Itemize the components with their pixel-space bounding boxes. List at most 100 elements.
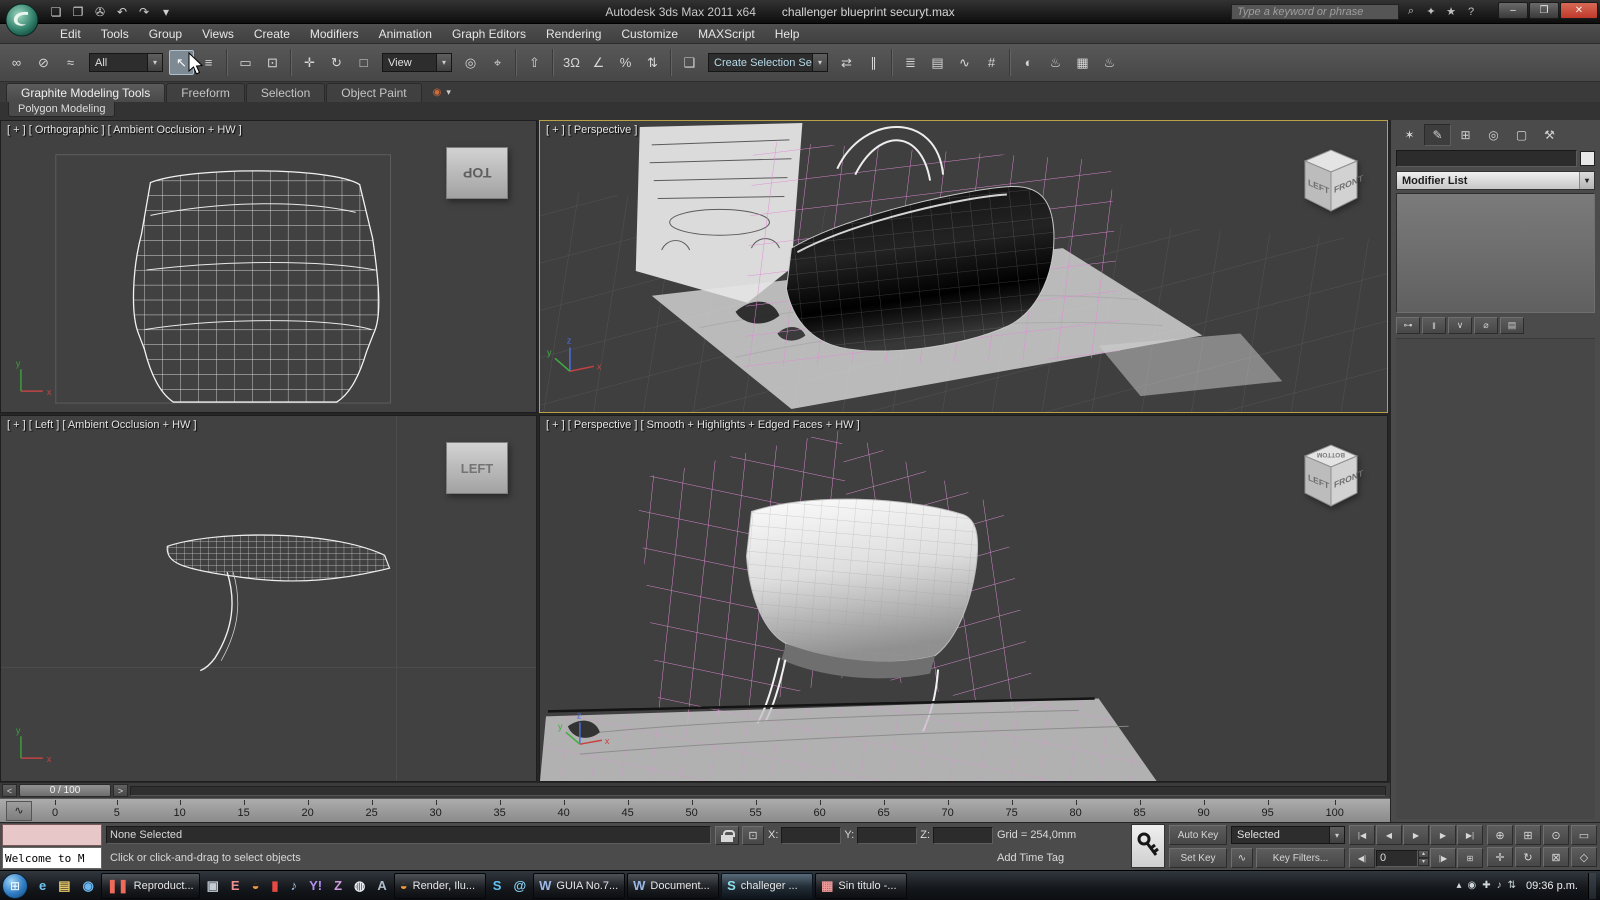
z-coordinate-input[interactable] [933,827,993,844]
show-end-result-icon[interactable]: ‖ [1422,317,1446,334]
track-bar[interactable]: ∿ 05101520253035404550556065707580859095… [0,798,1390,822]
new-scene-icon[interactable]: ❏ [46,3,66,21]
viewport-bottom-right[interactable]: z x y [ + ] [ Perspective ] [ Smooth + H… [539,415,1388,782]
task-sintitulo[interactable]: ▦Sin titulo -... [815,873,907,899]
menu-rendering[interactable]: Rendering [536,24,611,44]
render-setup-icon[interactable]: ♨ [1043,50,1068,75]
minimize-button[interactable]: – [1498,2,1528,19]
viewcube[interactable]: TOP [446,147,508,199]
ribbon-dropdown-icon[interactable]: ▾ [446,87,451,98]
rollout-area[interactable] [1396,338,1595,819]
tab-utilities[interactable]: ⚒ [1536,124,1563,146]
select-and-move-icon[interactable]: ✛ [297,50,322,75]
edit-named-selection-sets-icon[interactable]: ❑ [677,50,702,75]
cmd-icon[interactable]: ▣ [202,873,224,899]
viewport-label[interactable]: [ + ] [ Perspective ] [546,124,637,136]
viewport-top-left[interactable]: x y [ + ] [ Orthographic ] [ Ambient Occ… [0,120,537,413]
rectangular-selection-icon[interactable]: ▭ [233,50,258,75]
app-logo[interactable] [4,2,40,38]
open-file-icon[interactable]: ❐ [68,3,88,21]
search-icon[interactable]: ⌕ [1402,4,1420,20]
zoom-icon[interactable]: ⊕ [1487,825,1513,845]
taskbar-clock[interactable]: 09:36 p.m. [1526,880,1578,892]
object-name-field[interactable] [1396,150,1577,167]
show-desktop-button[interactable] [1588,873,1596,899]
viewport-top-right-active[interactable]: z x y [ + ] [ Perspective ] LEFT FRONT [539,120,1388,413]
time-configuration-icon[interactable]: ⊞ [1457,848,1483,868]
a-icon[interactable]: A [372,873,391,899]
reference-coordinate-system-dropdown[interactable]: View▾ [382,53,452,72]
tray-health-icon[interactable]: ✚ [1482,880,1490,891]
auto-key-button[interactable]: Auto Key [1169,825,1227,845]
media-player-icon[interactable]: ◉ [78,873,99,899]
window-crossing-icon[interactable]: ⊡ [260,50,285,75]
named-selection-set-dropdown[interactable]: Create Selection Se▾ [708,53,828,72]
unlink-selection-icon[interactable]: ⊘ [31,50,56,75]
frame-spinner[interactable]: ▴▾ [1418,850,1429,866]
folder-icon[interactable]: ▤ [53,873,75,899]
zoom-region-icon[interactable]: ▭ [1571,825,1597,845]
network-icon[interactable]: ⇅ [1508,880,1516,891]
pin-stack-icon[interactable]: ⊶ [1396,317,1420,334]
select-and-link-icon[interactable]: ∞ [4,50,29,75]
next-key-icon[interactable]: |▶ [1430,848,1456,868]
orbit-icon[interactable]: ↻ [1515,847,1541,867]
previous-frame-icon[interactable]: ◀ [1376,825,1402,845]
listener-macro-row[interactable] [2,824,102,846]
menu-maxscript[interactable]: MAXScript [688,24,765,44]
volume-icon[interactable]: ♪ [1497,880,1502,891]
time-slider-handle[interactable]: 0 / 100 [19,784,111,797]
percent-snap-icon[interactable]: % [613,50,638,75]
object-color-swatch[interactable] [1580,151,1595,166]
viewport-label[interactable]: [ + ] [ Perspective ] [ Smooth + Highlig… [546,419,860,431]
make-unique-icon[interactable]: ∨ [1448,317,1472,334]
menu-edit[interactable]: Edit [50,24,91,44]
tab-display[interactable]: ▢ [1508,124,1535,146]
restore-button[interactable]: ❐ [1529,2,1559,19]
itunes-icon[interactable]: ♪ [286,873,303,899]
time-slider[interactable]: < 0 / 100 > [0,782,1390,798]
tab-modify[interactable]: ✎ [1424,124,1451,146]
set-keys-button[interactable] [1131,824,1165,868]
add-time-tag[interactable]: Add Time Tag [997,852,1064,864]
ribbon-media-icon[interactable]: ◉ [433,87,442,98]
modifier-list-dropdown[interactable]: Modifier List ▾ [1396,171,1595,190]
time-forward-button[interactable]: > [113,784,128,797]
modifier-stack[interactable] [1396,193,1595,313]
start-button[interactable]: ⊞ [2,873,28,899]
tab-selection[interactable]: Selection [246,83,325,102]
mirror-icon[interactable]: ⇄ [834,50,859,75]
viewcube[interactable]: LEFT [446,442,508,494]
y-coordinate-input[interactable] [857,827,917,844]
firefox-icon[interactable]: ◒ [247,873,265,899]
graphite-ribbon-icon[interactable]: ▤ [925,50,950,75]
winamp-icon[interactable]: ▮ [266,873,283,899]
task-challeger[interactable]: Schalleger ... [721,873,813,899]
bind-to-space-warp-icon[interactable]: ≈ [58,50,83,75]
menu-animation[interactable]: Animation [369,24,442,44]
viewport-label[interactable]: [ + ] [ Left ] [ Ambient Occlusion + HW … [7,419,197,431]
viewport-label[interactable]: [ + ] [ Orthographic ] [ Ambient Occlusi… [7,124,242,136]
time-slider-track[interactable] [130,786,1386,796]
zoom-extents-icon[interactable]: ⊙ [1543,825,1569,845]
key-filters-button[interactable]: Key Filters... [1256,848,1345,868]
save-file-icon[interactable]: ✇ [90,3,110,21]
spinner-snap-icon[interactable]: ⇅ [640,50,665,75]
zoom-all-icon[interactable]: ⊞ [1515,825,1541,845]
tab-create[interactable]: ✶ [1396,124,1423,146]
selection-filter-dropdown[interactable]: All▾ [89,53,163,72]
render-production-icon[interactable]: ♨ [1097,50,1122,75]
help-icon[interactable]: ? [1462,4,1480,20]
use-pivot-center-icon[interactable]: ◎ [458,50,483,75]
angle-snap-icon[interactable]: ∠ [586,50,611,75]
schematic-view-icon[interactable]: # [979,50,1004,75]
current-frame-input[interactable] [1376,850,1418,867]
tab-motion[interactable]: ◎ [1480,124,1507,146]
selection-lock-toggle[interactable] [715,826,739,845]
viewcube[interactable]: BOTTOM LEFT FRONT [1295,436,1367,514]
menu-graph-editors[interactable]: Graph Editors [442,24,536,44]
menu-modifiers[interactable]: Modifiers [300,24,369,44]
maximize-viewport-toggle-icon[interactable]: ⊠ [1543,847,1569,867]
previous-key-icon[interactable]: ◀| [1349,848,1375,868]
menu-tools[interactable]: Tools [91,24,139,44]
